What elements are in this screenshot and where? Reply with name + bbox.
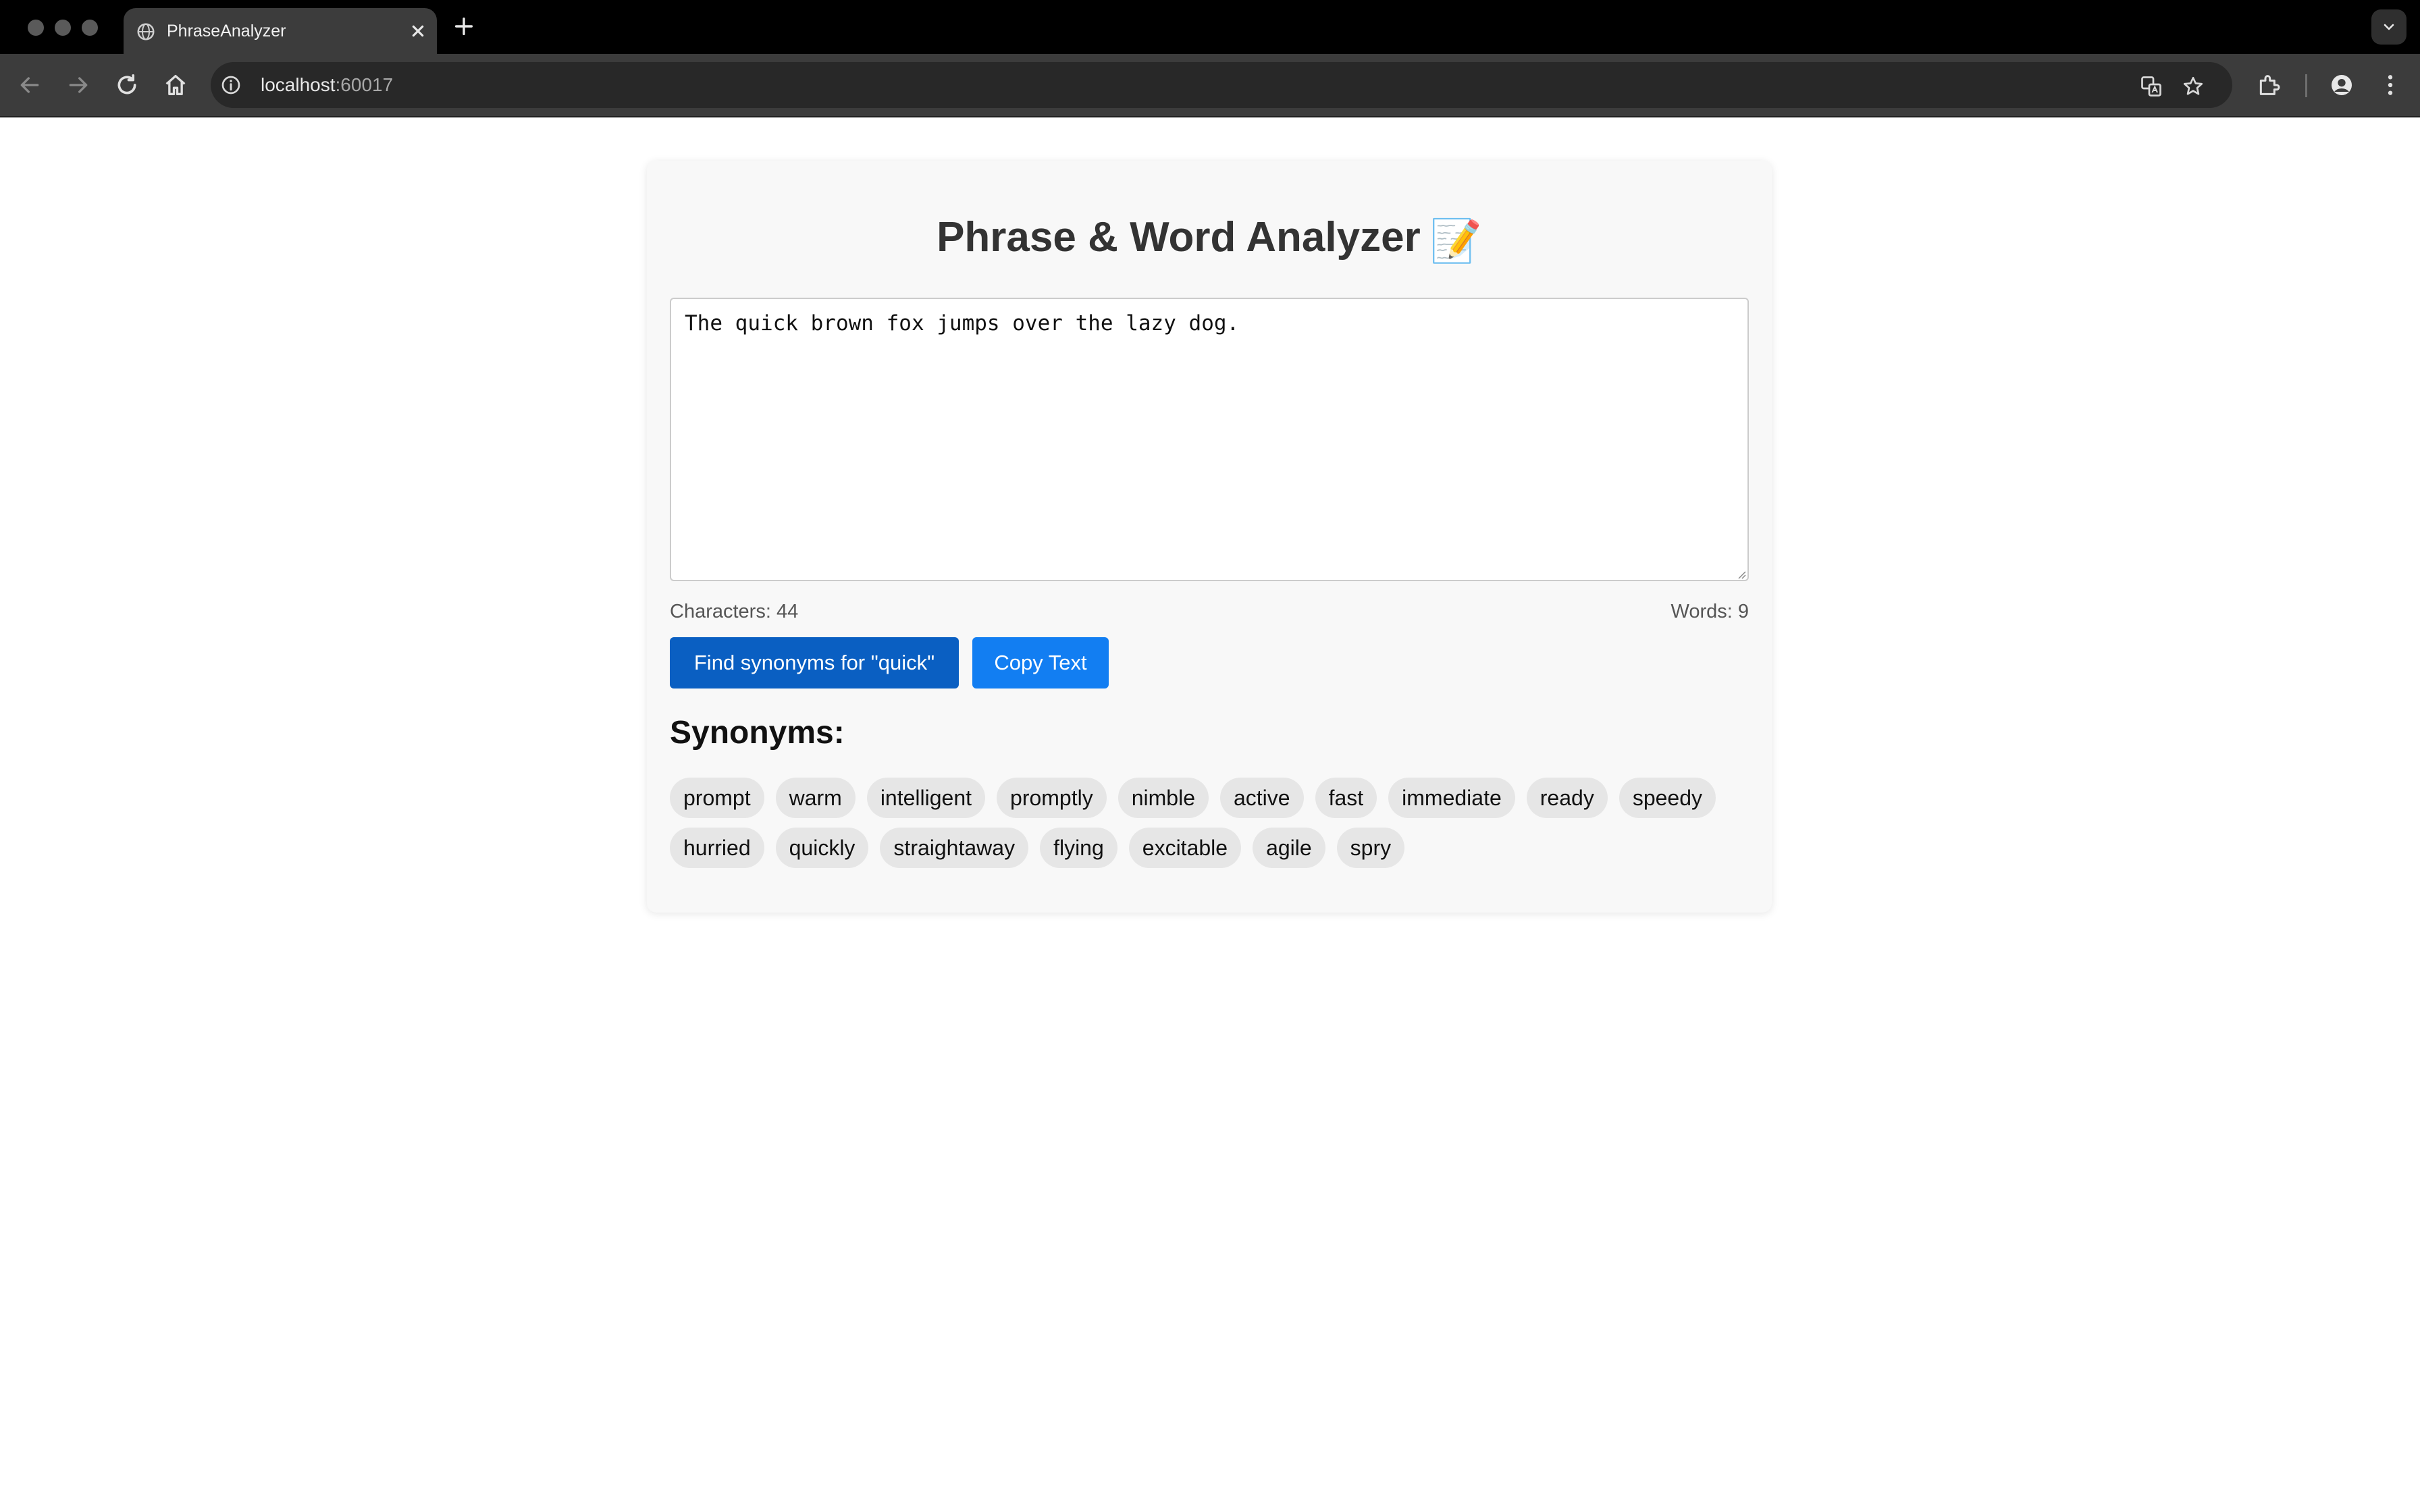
synonym-chip[interactable]: fast [1315, 778, 1377, 818]
synonym-chip[interactable]: promptly [997, 778, 1107, 818]
synonym-chip[interactable]: warm [775, 778, 856, 818]
phrase-input[interactable]: The quick brown fox jumps over the lazy … [670, 298, 1749, 581]
browser-toolbar: localhost:60017 [0, 54, 2420, 117]
window-close-dot[interactable] [28, 20, 44, 36]
profile-avatar-icon[interactable] [2328, 72, 2355, 99]
analyzer-card: Phrase & Word Analyzer 📝 The quick brown … [647, 161, 1772, 913]
new-tab-plus-icon[interactable] [452, 15, 475, 38]
globe-icon [137, 23, 155, 40]
chevron-down-icon [2384, 24, 2394, 30]
url-host: localhost [261, 74, 336, 95]
close-icon[interactable] [407, 20, 429, 42]
browser-tab-bar: PhraseAnalyzer [0, 0, 2420, 54]
find-synonyms-button[interactable]: Find synonyms for "quick" [670, 637, 959, 688]
copy-text-button[interactable]: Copy Text [972, 637, 1109, 688]
home-icon[interactable] [162, 72, 189, 99]
synonym-chip[interactable]: flying [1040, 828, 1117, 868]
site-info-icon[interactable] [220, 74, 242, 96]
tab-title: PhraseAnalyzer [167, 22, 286, 40]
resize-handle-icon[interactable] [1735, 568, 1746, 579]
synonym-chip[interactable]: hurried [670, 828, 764, 868]
synonym-list: prompt warm intelligent promptly nimble … [670, 778, 1757, 868]
synonym-chip[interactable]: immediate [1388, 778, 1515, 818]
back-arrow-icon[interactable] [16, 72, 43, 99]
word-count: Words: 9 [1671, 601, 1749, 622]
kebab-menu-icon[interactable] [2377, 72, 2404, 99]
translate-icon[interactable] [2139, 74, 2163, 99]
reload-icon[interactable] [113, 72, 140, 99]
memo-icon: 📝 [1429, 218, 1482, 265]
url-port: :60017 [335, 74, 394, 95]
synonym-chip[interactable]: spry [1336, 828, 1405, 868]
synonym-chip[interactable]: intelligent [866, 778, 986, 818]
url-text: localhost:60017 [261, 74, 393, 96]
synonym-chip[interactable]: nimble [1117, 778, 1209, 818]
synonym-chip[interactable]: ready [1526, 778, 1608, 818]
extensions-puzzle-icon[interactable] [2255, 72, 2282, 99]
synonym-chip[interactable]: agile [1253, 828, 1325, 868]
window-minimize-dot[interactable] [55, 20, 71, 36]
synonym-chip[interactable]: excitable [1128, 828, 1242, 868]
character-count: Characters: 44 [670, 601, 799, 622]
synonym-chip[interactable]: straightaway [880, 828, 1029, 868]
page-title-text: Phrase & Word Analyzer [937, 214, 1421, 261]
page-title: Phrase & Word Analyzer 📝 [647, 213, 1772, 266]
bookmark-star-icon[interactable] [2181, 74, 2205, 99]
browser-tab-active[interactable]: PhraseAnalyzer [124, 8, 437, 54]
window-zoom-dot[interactable] [82, 20, 98, 36]
synonym-chip[interactable]: active [1219, 778, 1304, 818]
synonym-chip[interactable]: quickly [775, 828, 869, 868]
toolbar-divider [2305, 74, 2307, 97]
forward-arrow-icon[interactable] [65, 72, 92, 99]
tab-search-button[interactable] [2371, 9, 2406, 45]
synonym-chip[interactable]: speedy [1619, 778, 1716, 818]
synonyms-heading: Synonyms: [670, 715, 845, 751]
address-bar[interactable]: localhost:60017 [211, 62, 2232, 108]
synonym-chip[interactable]: prompt [670, 778, 764, 818]
